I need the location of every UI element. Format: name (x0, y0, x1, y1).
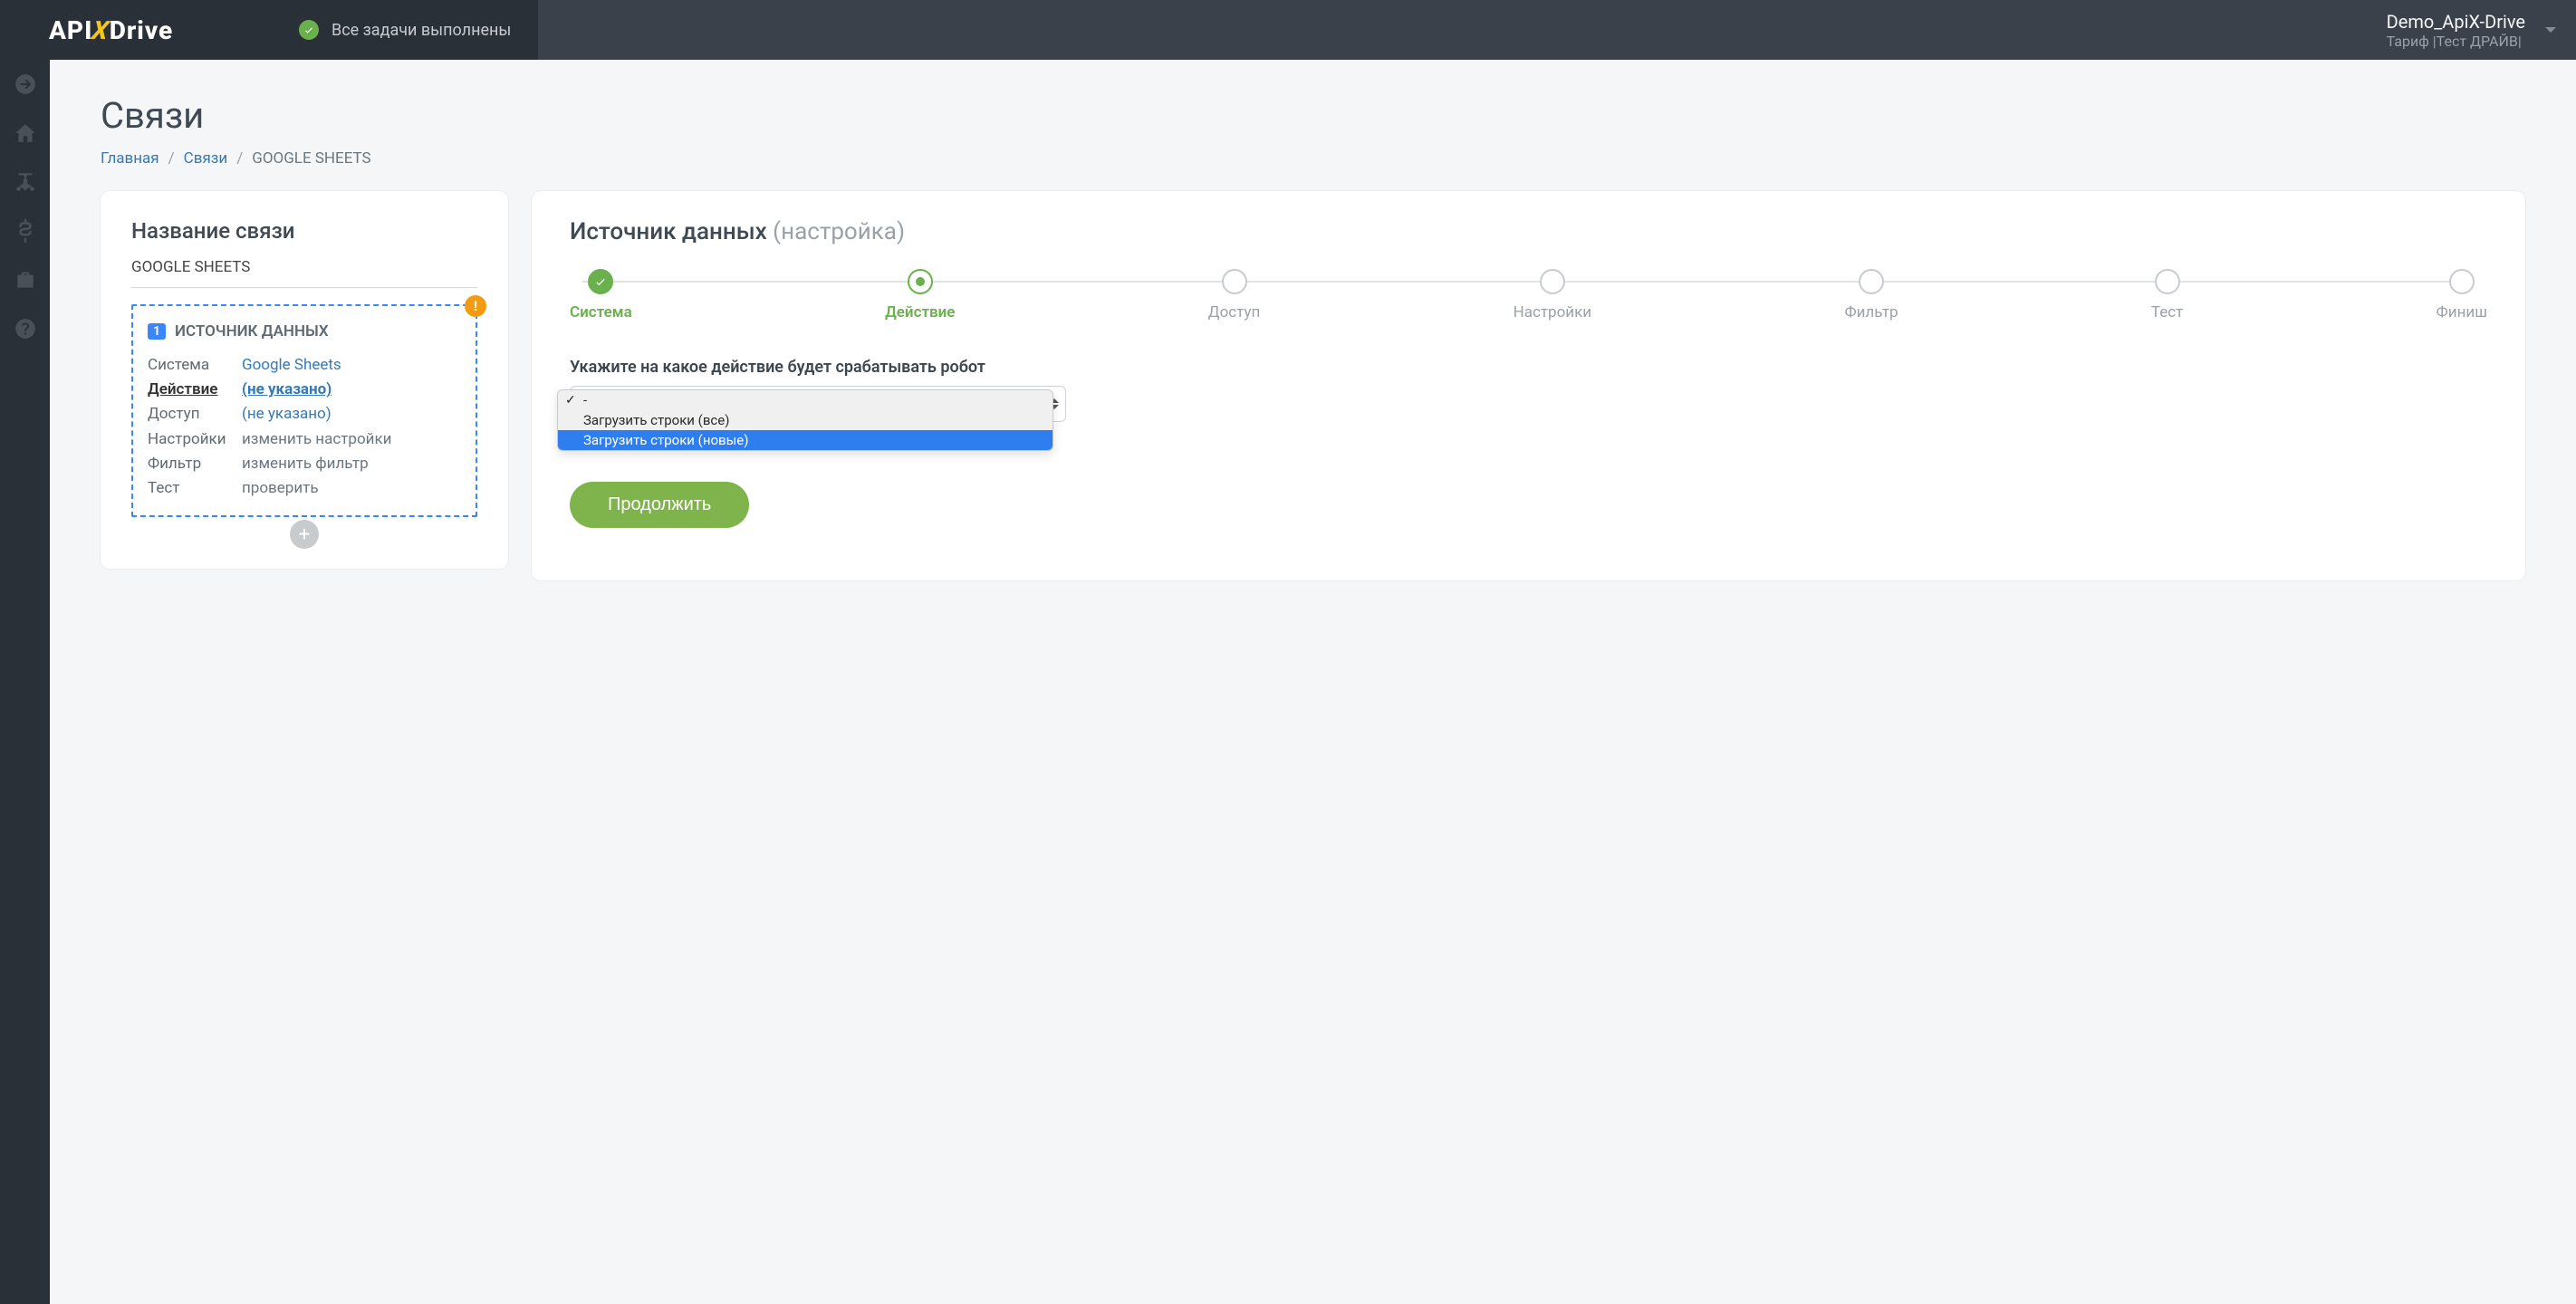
tasks-status-block[interactable]: Все задачи выполнены (283, 0, 538, 60)
sidebar (0, 0, 50, 1304)
data-source-title-main: Источник данных (570, 218, 767, 245)
page-title: Связи (101, 94, 2525, 137)
warning-icon: ! (465, 295, 486, 317)
add-step-button[interactable]: + (290, 520, 319, 549)
dropdown-option[interactable]: - (558, 390, 1053, 410)
connection-name[interactable]: GOOGLE SHEETS (131, 256, 477, 288)
step-dot-icon (1859, 269, 1884, 294)
panel-connection: Название связи GOOGLE SHEETS ! 1 ИСТОЧНИ… (101, 191, 508, 569)
topbar: APIXDrive Все задачи выполнены Demo_ApiX… (0, 0, 2576, 60)
dropdown-option[interactable]: Загрузить строки (все) (558, 410, 1053, 430)
wizard-steps: Система Действие Доступ Настройки Фильтр Тест… (570, 269, 2487, 321)
breadcrumb-sep: / (236, 149, 243, 168)
wizard-step[interactable]: Финиш (2437, 269, 2487, 321)
source-heading: ИСТОЧНИК ДАННЫХ (175, 322, 329, 340)
logo-text-pre: API (49, 15, 92, 45)
step-dot-icon (908, 269, 933, 294)
breadcrumb: Главная / Связи / GOOGLE SHEETS (101, 149, 2525, 168)
step-dot-icon (1540, 269, 1565, 294)
row-filter-value[interactable]: изменить фильтр (242, 452, 369, 476)
logo-text-post: Drive (110, 15, 173, 45)
source-number-badge: 1 (148, 323, 166, 340)
wizard-step[interactable]: Система (570, 269, 632, 321)
breadcrumb-sep: / (168, 149, 175, 168)
breadcrumb-links[interactable]: Связи (184, 149, 228, 168)
step-label: Система (570, 303, 632, 321)
step-dot-icon (2155, 269, 2180, 294)
dropdown-option[interactable]: Загрузить строки (новые) (558, 430, 1053, 450)
sidebar-item-home[interactable] (0, 109, 50, 158)
check-circle-icon (299, 20, 319, 40)
account-menu[interactable]: Demo_ApiX-Drive Тариф |Тест ДРАЙВ| (2369, 0, 2576, 60)
row-test-key: Тест (148, 476, 242, 501)
step-dot-icon (2449, 269, 2475, 294)
sidebar-item-help[interactable] (0, 304, 50, 353)
row-settings-key: Настройки (148, 427, 242, 452)
wizard-step[interactable]: Тест (2151, 269, 2183, 321)
step-label: Фильтр (1844, 303, 1898, 321)
row-action-key: Действие (148, 378, 242, 402)
action-dropdown: -Загрузить строки (все)Загрузить строки … (557, 389, 1053, 451)
sidebar-item-enter[interactable] (0, 60, 50, 109)
action-field-label: Укажите на какое действие будет срабатыв… (570, 358, 2487, 377)
wizard-step[interactable]: Фильтр (1844, 269, 1898, 321)
step-label: Настройки (1514, 303, 1592, 321)
wizard-step[interactable]: Действие (885, 269, 955, 321)
step-label: Финиш (2437, 303, 2487, 321)
tasks-status-text: Все задачи выполнены (332, 21, 511, 40)
row-action-value[interactable]: (не указано) (242, 378, 332, 402)
step-label: Действие (885, 303, 955, 321)
wizard-step[interactable]: Настройки (1514, 269, 1592, 321)
account-tariff: Тариф |Тест ДРАЙВ| (2387, 33, 2525, 50)
panel-data-source: Источник данных (настройка) Система Дейст… (532, 191, 2525, 580)
breadcrumb-current: GOOGLE SHEETS (252, 149, 370, 168)
breadcrumb-home[interactable]: Главная (101, 149, 159, 168)
row-settings-value[interactable]: изменить настройки (242, 427, 391, 452)
wizard-step[interactable]: Доступ (1208, 269, 1261, 321)
row-test-value[interactable]: проверить (242, 476, 319, 501)
sidebar-item-links[interactable] (0, 158, 50, 206)
data-source-title-sub: (настройка) (773, 218, 905, 245)
account-name: Demo_ApiX-Drive (2387, 11, 2525, 33)
sidebar-item-billing[interactable] (0, 206, 50, 255)
step-dot-icon (588, 269, 613, 294)
row-system-key: Система (148, 353, 242, 378)
logo[interactable]: APIXDrive (0, 0, 283, 60)
sidebar-item-briefcase[interactable] (0, 255, 50, 304)
row-filter-key: Фильтр (148, 452, 242, 476)
chevron-down-icon (2545, 27, 2556, 33)
connection-title: Название связи (131, 218, 477, 244)
data-source-box: ! 1 ИСТОЧНИК ДАННЫХ СистемаGoogle Sheets… (131, 304, 477, 517)
row-access-key: Доступ (148, 402, 242, 427)
step-label: Доступ (1208, 303, 1261, 321)
step-label: Тест (2151, 303, 2183, 321)
data-source-title: Источник данных (настройка) (570, 218, 2487, 245)
action-select[interactable]: -Загрузить строки (все)Загрузить строки … (570, 386, 1066, 422)
continue-button[interactable]: Продолжить (570, 482, 749, 528)
step-dot-icon (1222, 269, 1247, 294)
row-system-value[interactable]: Google Sheets (242, 353, 341, 378)
row-access-value[interactable]: (не указано) (242, 402, 332, 427)
